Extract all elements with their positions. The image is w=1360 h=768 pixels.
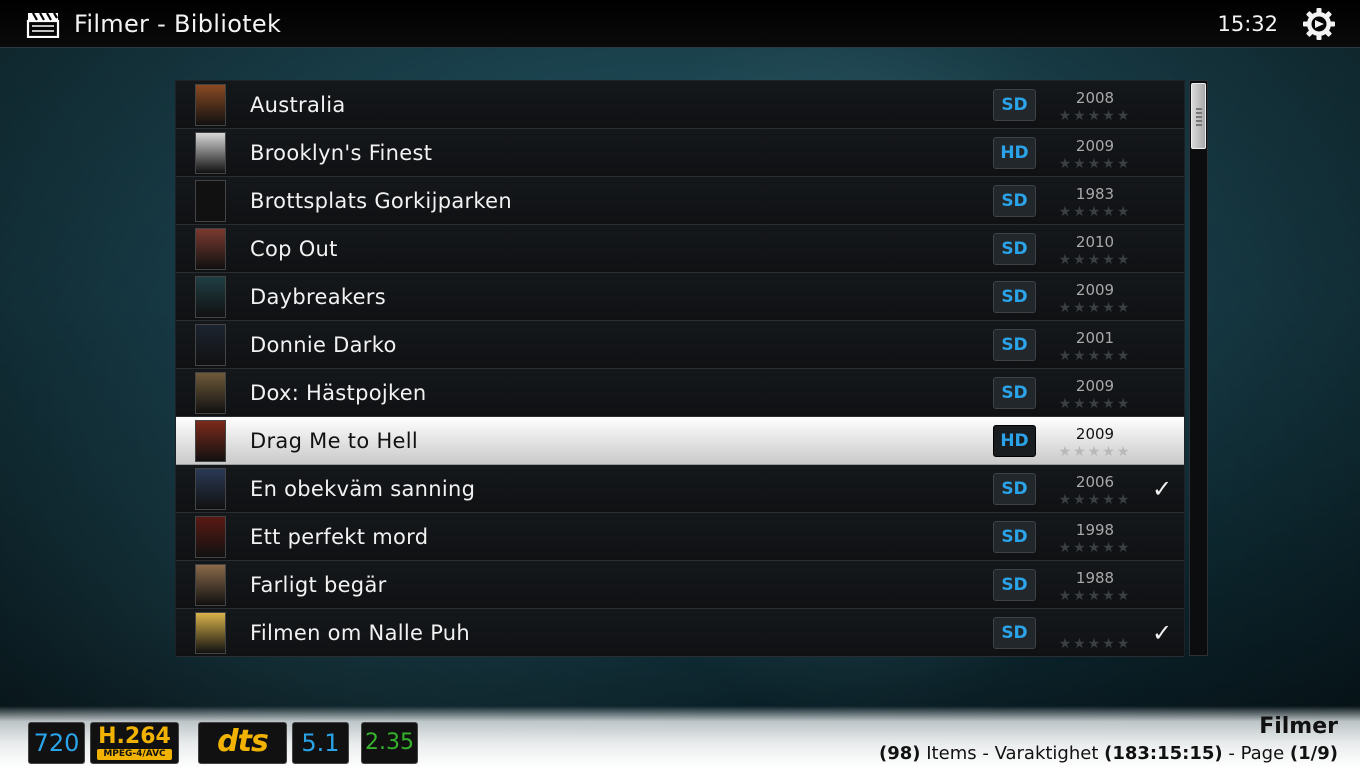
resolution-badge: SD [993, 281, 1036, 313]
rating-stars-icon: ★★★★★ [1058, 492, 1132, 508]
movie-year: 2009 [1075, 377, 1115, 395]
resolution-badge: SD [993, 185, 1036, 217]
resolution-badge: SD [993, 329, 1036, 361]
resolution-badge: SD [993, 89, 1036, 121]
movie-list-item[interactable]: Filmen om Nalle Puh SD ★★★★★ ✓ [176, 609, 1184, 657]
rating-stars-icon: ★★★★★ [1058, 588, 1132, 604]
movie-title: Australia [250, 93, 346, 117]
movie-list-item[interactable]: Australia SD 2008 ★★★★★ [176, 81, 1184, 129]
rating-stars-icon: ★★★★★ [1058, 396, 1132, 412]
resolution-badge: HD [993, 137, 1036, 169]
page-title: Filmer - Bibliotek [74, 10, 282, 38]
movie-title: Dox: Hästpojken [250, 381, 427, 405]
rating-stars-icon: ★★★★★ [1058, 348, 1132, 364]
movie-year: 2010 [1075, 233, 1115, 251]
movie-year: 2009 [1075, 425, 1115, 443]
top-bar: Filmer - Bibliotek 15:32 [0, 0, 1360, 48]
rating-stars-icon: ★★★★★ [1058, 204, 1132, 220]
watched-checkmark-icon: ✓ [1152, 475, 1173, 503]
poster-thumbnail [195, 420, 226, 462]
poster-thumbnail [195, 516, 226, 558]
movie-list-item[interactable]: Daybreakers SD 2009 ★★★★★ [176, 273, 1184, 321]
poster-thumbnail [195, 180, 226, 222]
movie-year: 2009 [1075, 281, 1115, 299]
movie-list[interactable]: Australia SD 2008 ★★★★★ Brooklyn's Finest HD 2… [175, 80, 1185, 657]
duration-value: (183:15:15) [1104, 743, 1223, 764]
items-label: Items [926, 743, 977, 764]
audio-channels-flag: 5.1 [292, 722, 349, 764]
video-codec-sublabel: MPEG-4/AVC [97, 749, 172, 760]
scrollbar[interactable] [1189, 80, 1208, 656]
movie-year: 2009 [1075, 137, 1115, 155]
resolution-badge: SD [993, 617, 1036, 649]
rating-stars-icon: ★★★★★ [1058, 540, 1132, 556]
resolution-badge: SD [993, 473, 1036, 505]
items-count: (98) [879, 743, 921, 764]
movie-year: 2001 [1075, 329, 1115, 347]
footer-title: Filmer [1259, 714, 1338, 739]
movie-list-item[interactable]: Donnie Darko SD 2001 ★★★★★ [176, 321, 1184, 369]
movie-list-item[interactable]: Cop Out SD 2010 ★★★★★ [176, 225, 1184, 273]
rating-stars-icon: ★★★★★ [1058, 636, 1132, 652]
movie-year: 1988 [1075, 569, 1115, 587]
movie-title: En obekväm sanning [250, 477, 476, 501]
movie-title: Ett perfekt mord [250, 525, 429, 549]
clapperboard-icon [26, 12, 60, 38]
poster-thumbnail [195, 372, 226, 414]
resolution-badge: SD [993, 233, 1036, 265]
rating-stars-icon: ★★★★★ [1058, 444, 1132, 460]
page-value: (1/9) [1289, 743, 1338, 764]
movie-year: 1983 [1075, 185, 1115, 203]
poster-thumbnail [195, 564, 226, 606]
clock: 15:32 [1217, 12, 1278, 36]
footer-info: (98) Items - Varaktighet (183:15:15) - P… [879, 743, 1338, 764]
movie-list-item[interactable]: En obekväm sanning SD 2006 ★★★★★ ✓ [176, 465, 1184, 513]
movie-year: 2008 [1075, 89, 1115, 107]
movie-title: Drag Me to Hell [250, 429, 419, 453]
rating-stars-icon: ★★★★★ [1058, 156, 1132, 172]
poster-thumbnail [195, 132, 226, 174]
movie-list-item[interactable]: Dox: Hästpojken SD 2009 ★★★★★ [176, 369, 1184, 417]
scrollbar-grip [1196, 108, 1202, 126]
movie-list-item[interactable]: Brooklyn's Finest HD 2009 ★★★★★ [176, 129, 1184, 177]
rating-stars-icon: ★★★★★ [1058, 300, 1132, 316]
video-codec-label: H.264 [98, 724, 171, 749]
movie-title: Cop Out [250, 237, 338, 261]
duration-label: Varaktighet [994, 743, 1099, 764]
video-codec-flag: H.264 MPEG-4/AVC [90, 722, 179, 764]
movie-list-item[interactable]: Farligt begär SD 1988 ★★★★★ [176, 561, 1184, 609]
scrollbar-thumb[interactable] [1191, 83, 1206, 149]
watched-checkmark-icon: ✓ [1152, 619, 1173, 647]
movie-title: Daybreakers [250, 285, 386, 309]
movie-title: Donnie Darko [250, 333, 397, 357]
movie-year: 2006 [1075, 473, 1115, 491]
movie-year: 1998 [1075, 521, 1115, 539]
rating-stars-icon: ★★★★★ [1058, 252, 1132, 268]
video-resolution-flag: 720 [28, 722, 85, 764]
poster-thumbnail [195, 468, 226, 510]
movie-title: Brottsplats Gorkijparken [250, 189, 512, 213]
poster-thumbnail [195, 612, 226, 654]
poster-thumbnail [195, 228, 226, 270]
movie-list-item[interactable]: Ett perfekt mord SD 1998 ★★★★★ [176, 513, 1184, 561]
movie-title: Filmen om Nalle Puh [250, 621, 471, 645]
resolution-badge: SD [993, 377, 1036, 409]
poster-thumbnail [195, 324, 226, 366]
resolution-badge: SD [993, 569, 1036, 601]
movie-list-item[interactable]: Drag Me to Hell HD 2009 ★★★★★ [176, 417, 1184, 465]
aspect-ratio-flag: 2.35 [361, 722, 418, 764]
rating-stars-icon: ★★★★★ [1058, 108, 1132, 124]
poster-thumbnail [195, 276, 226, 318]
movie-title: Farligt begär [250, 573, 387, 597]
movie-list-item[interactable]: Brottsplats Gorkijparken SD 1983 ★★★★★ [176, 177, 1184, 225]
page-label: Page [1240, 743, 1285, 764]
movie-title: Brooklyn's Finest [250, 141, 433, 165]
poster-thumbnail [195, 84, 226, 126]
audio-codec-flag: dts [198, 722, 287, 764]
resolution-badge: SD [993, 521, 1036, 553]
resolution-badge: HD [993, 425, 1036, 457]
gear-icon[interactable] [1302, 7, 1336, 41]
